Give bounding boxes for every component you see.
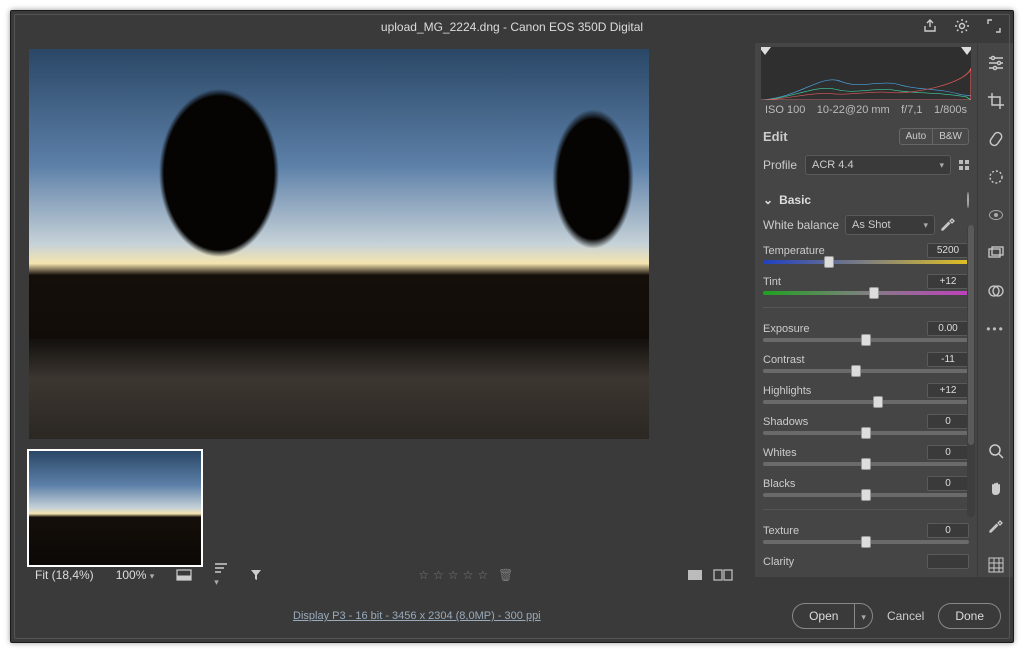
meta-lens: 10-22@20 mm	[817, 104, 890, 116]
tint-input[interactable]	[927, 274, 969, 289]
hand-tool-icon[interactable]	[984, 477, 1008, 501]
open-button[interactable]: Open	[792, 603, 855, 629]
sliders-tool-icon[interactable]	[984, 51, 1008, 75]
texture-input[interactable]	[927, 523, 969, 538]
open-button-group: Open	[792, 603, 873, 629]
chevron-down-icon	[939, 159, 944, 171]
filmstrip-toggle-icon[interactable]	[170, 567, 198, 583]
gear-icon[interactable]	[953, 17, 971, 35]
single-view-icon[interactable]	[687, 569, 703, 581]
wb-select[interactable]: As Shot	[845, 215, 935, 235]
trash-icon: 🗑	[498, 568, 513, 582]
sort-icon[interactable]	[208, 560, 234, 590]
temperature-slider[interactable]: Temperature	[763, 241, 969, 272]
clarity-slider[interactable]: Clarity	[763, 552, 969, 571]
meta-shutter: 1/800s	[934, 104, 967, 116]
color-sampler-icon[interactable]	[984, 515, 1008, 539]
contrast-slider[interactable]: Contrast	[763, 350, 969, 381]
whites-slider[interactable]: Whites	[763, 443, 969, 474]
texture-slider[interactable]: Texture	[763, 521, 969, 552]
redeye-tool-icon[interactable]	[984, 203, 1008, 227]
basic-section: ⌄ Basic White balance As Shot Temperatur…	[755, 183, 977, 577]
compare-view-icon[interactable]	[713, 569, 733, 581]
basic-heading[interactable]: ⌄ Basic	[763, 187, 969, 215]
crop-tool-icon[interactable]	[984, 89, 1008, 113]
profile-label: Profile	[763, 158, 797, 172]
profile-browser-icon[interactable]	[959, 160, 969, 170]
auto-button[interactable]: Auto	[899, 128, 934, 145]
zoom-readout[interactable]: 100%	[110, 566, 161, 584]
mask-tool-icon[interactable]	[984, 165, 1008, 189]
shadows-input[interactable]	[927, 414, 969, 429]
more-icon[interactable]: •••	[984, 317, 1008, 341]
highlights-input[interactable]	[927, 383, 969, 398]
shadow-clip-handle[interactable]	[761, 47, 771, 55]
exposure-slider[interactable]: Exposure	[763, 319, 969, 350]
title-filename: upload_MG_2224.dng	[381, 20, 500, 34]
grid-icon[interactable]	[984, 553, 1008, 577]
workflow-link[interactable]: Display P3 - 16 bit - 3456 x 2304 (8,0MP…	[293, 610, 541, 622]
blacks-slider[interactable]: Blacks	[763, 474, 969, 505]
temperature-input[interactable]	[927, 243, 969, 258]
image-preview[interactable]	[29, 49, 649, 439]
filter-icon[interactable]	[244, 567, 268, 583]
profile-select[interactable]: ACR 4.4	[805, 155, 951, 175]
chevron-down-icon: ⌄	[763, 193, 773, 207]
wb-label: White balance	[763, 218, 839, 232]
eyedropper-icon[interactable]	[941, 218, 955, 232]
bw-button[interactable]: B&W	[933, 128, 969, 145]
right-toolbar: •••	[977, 43, 1013, 577]
footer: Display P3 - 16 bit - 3456 x 2304 (8,0MP…	[23, 598, 1001, 634]
fit-button[interactable]: Fit (18,4%)	[29, 566, 100, 584]
title-camera: Canon EOS 350D Digital	[510, 20, 643, 34]
open-menu-caret[interactable]	[854, 603, 873, 629]
chevron-down-icon	[150, 568, 155, 582]
edit-panel: ISO 100 10-22@20 mm f/7,1 1/800s Edit Au…	[755, 43, 977, 577]
exposure-input[interactable]	[927, 321, 969, 336]
fullscreen-icon[interactable]	[985, 17, 1003, 35]
done-button[interactable]: Done	[938, 603, 1001, 629]
filmstrip-thumbnail[interactable]	[27, 449, 203, 567]
heal-tool-icon[interactable]	[984, 127, 1008, 151]
presets-icon[interactable]	[984, 279, 1008, 303]
histogram[interactable]	[761, 47, 971, 100]
section-visibility-icon[interactable]	[967, 193, 969, 207]
exif-summary: ISO 100 10-22@20 mm f/7,1 1/800s	[755, 102, 977, 122]
whites-input[interactable]	[927, 445, 969, 460]
titlebar: upload_MG_2224.dng - Canon EOS 350D Digi…	[11, 11, 1013, 43]
chevron-down-icon	[924, 219, 929, 231]
shadows-slider[interactable]: Shadows	[763, 412, 969, 443]
export-icon[interactable]	[921, 17, 939, 35]
meta-iso: ISO 100	[765, 104, 805, 116]
contrast-input[interactable]	[927, 352, 969, 367]
rating-stars[interactable]: ☆☆☆☆☆🗑	[418, 568, 513, 582]
highlights-slider[interactable]: Highlights	[763, 381, 969, 412]
cancel-button[interactable]: Cancel	[887, 609, 924, 623]
camera-raw-window: upload_MG_2224.dng - Canon EOS 350D Digi…	[10, 10, 1014, 643]
snapshots-icon[interactable]	[984, 241, 1008, 265]
window-title: upload_MG_2224.dng - Canon EOS 350D Digi…	[381, 20, 643, 34]
preview-area	[11, 43, 755, 577]
clarity-input[interactable]	[927, 554, 969, 569]
edit-title: Edit	[763, 129, 788, 144]
tint-slider[interactable]: Tint	[763, 272, 969, 303]
meta-aperture: f/7,1	[901, 104, 922, 116]
zoom-tool-icon[interactable]	[984, 439, 1008, 463]
panel-scrollbar[interactable]	[967, 225, 975, 517]
highlight-clip-handle[interactable]	[961, 47, 971, 55]
blacks-input[interactable]	[927, 476, 969, 491]
preview-toolbar: Fit (18,4%) 100% ☆☆☆☆☆🗑	[21, 560, 741, 590]
